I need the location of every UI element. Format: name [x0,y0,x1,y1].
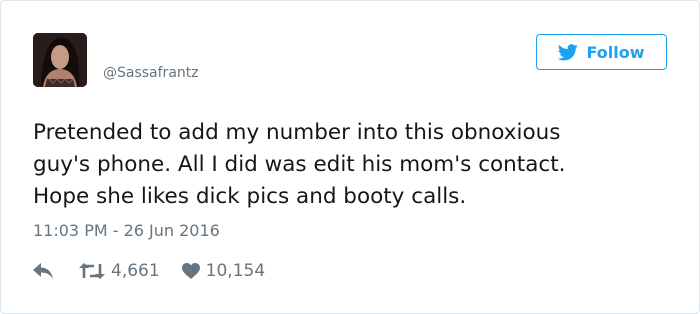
reply-button[interactable] [33,263,55,279]
heart-icon [181,263,200,279]
avatar-photo [33,33,87,87]
retweet-count: 4,661 [111,261,160,281]
retweet-button[interactable]: 4,661 [79,261,160,281]
like-button[interactable]: 10,154 [181,261,266,281]
follow-label: Follow [586,42,645,62]
avatar[interactable] [33,33,87,87]
tweet-actions: 4,661 10,154 [33,259,265,283]
reply-icon [33,263,53,279]
tweet-card: @Sassafrantz Follow Pretended to add my … [0,0,700,314]
tweet-text: Pretended to add my number into this obn… [33,120,566,209]
tweet-timestamp[interactable]: 11:03 PM - 26 Jun 2016 [33,221,220,240]
retweet-icon [79,263,105,279]
like-count: 10,154 [205,261,266,281]
author-handle[interactable]: @Sassafrantz [103,65,199,81]
follow-button[interactable]: Follow [536,34,667,70]
twitter-bird-icon [558,43,579,60]
